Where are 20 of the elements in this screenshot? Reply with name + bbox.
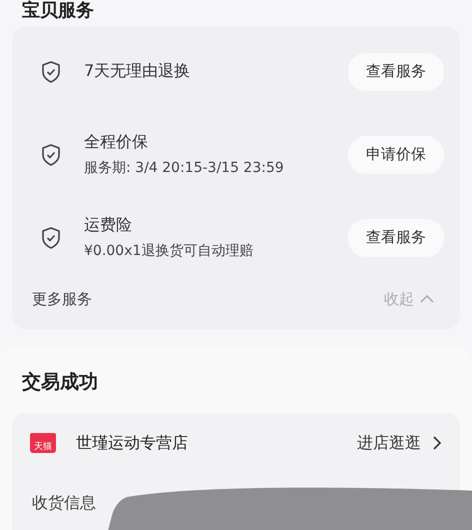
service-button[interactable]: 查看服务 — [348, 52, 444, 90]
service-title: 运费险 — [84, 215, 133, 236]
service-title: 7天无理由退换 — [84, 61, 192, 82]
store-badge: 天猫 — [30, 433, 56, 453]
service-button[interactable]: 查看服务 — [348, 218, 444, 256]
more-services-label: 更多服务 — [32, 290, 92, 308]
shield-check-icon — [40, 60, 62, 84]
service-button[interactable]: 申请价保 — [348, 136, 444, 174]
section-title: 宝贝服务 — [22, 0, 95, 22]
chevron-up-icon — [420, 294, 434, 304]
service-detail: 服务期: 3/4 20:15-3/15 23:59 — [84, 159, 285, 177]
shield-check-icon — [40, 142, 62, 166]
shipping-label: 收货信息 — [32, 492, 96, 514]
service-title: 全程价保 — [84, 132, 149, 153]
shield-check-icon — [40, 226, 62, 250]
store-name: 世瑾运动专营店 — [76, 432, 189, 454]
visit-store-link[interactable]: 进店逛逛 — [357, 432, 442, 454]
service-detail: ¥0.00x1退换货可自动理赔 — [84, 242, 254, 260]
order-status: 交易成功 — [21, 370, 99, 395]
chevron-right-icon — [433, 436, 442, 450]
